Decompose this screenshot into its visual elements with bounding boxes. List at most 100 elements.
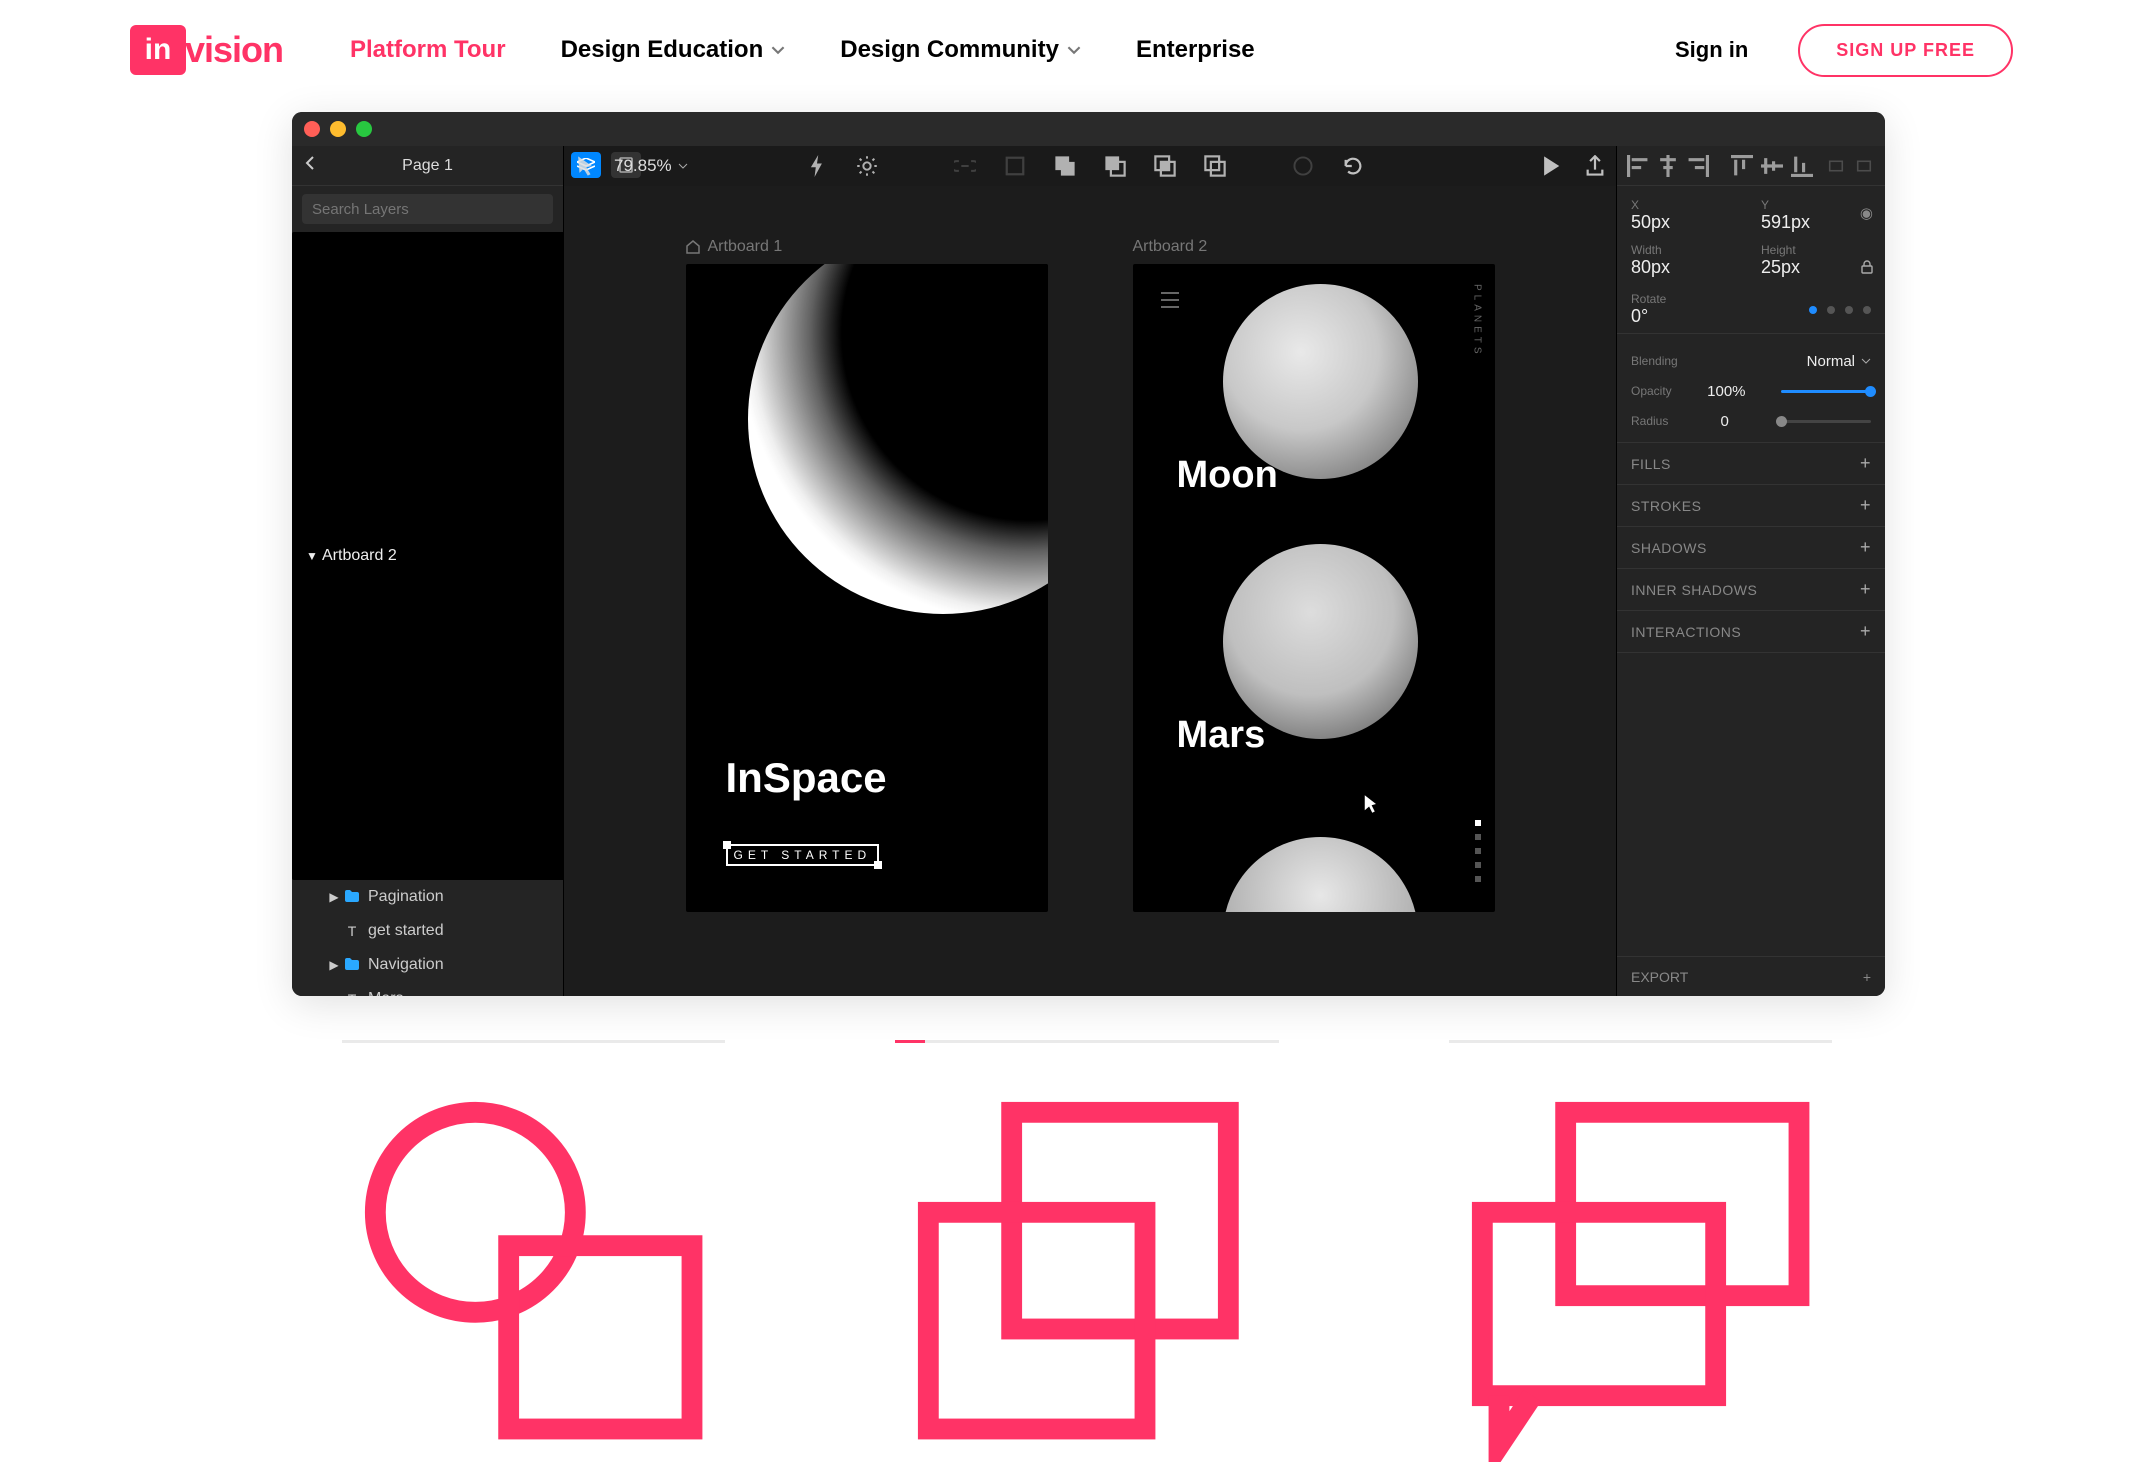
layer-mars-text[interactable]: T Mars: [292, 982, 563, 996]
artboard-1-wrap: Artboard 1 InSpace GET STARTED: [686, 238, 1048, 912]
align-top-icon[interactable]: [1731, 155, 1753, 177]
refresh-icon[interactable]: [1292, 155, 1314, 177]
feature-col-1: [342, 1040, 725, 1467]
x-value[interactable]: 50px: [1631, 212, 1741, 233]
redo-icon[interactable]: [1342, 155, 1364, 177]
plus-icon[interactable]: +: [1860, 537, 1871, 558]
play-icon[interactable]: [1540, 155, 1562, 177]
chevron-down-icon: [678, 163, 688, 169]
logo-text: vision: [185, 29, 283, 71]
home-icon: [686, 240, 700, 254]
align-right-icon[interactable]: [1687, 155, 1709, 177]
layer-navigation-folder[interactable]: ▶ Navigation: [292, 948, 563, 982]
sidebar-header: Page 1: [292, 146, 563, 186]
distribute-h-icon[interactable]: [1825, 155, 1847, 177]
radius-label: Radius: [1631, 414, 1668, 428]
height-label: Height: [1761, 243, 1871, 257]
layer-get-started-text[interactable]: T get started: [292, 914, 563, 948]
select-tool[interactable]: [574, 155, 596, 177]
canvas-toolbar: 79.85%: [564, 146, 1616, 186]
back-button[interactable]: [304, 156, 316, 175]
align-bottom-icon[interactable]: [1791, 155, 1813, 177]
bolt-icon[interactable]: [806, 155, 828, 177]
nav-platform-tour[interactable]: Platform Tour: [350, 36, 506, 64]
layers-sidebar: Page 1 ▼ Artboard 2 ▶ Pagination T get s…: [292, 146, 564, 996]
y-label: Y: [1761, 198, 1871, 212]
page-title[interactable]: Page 1: [402, 157, 453, 175]
exclude-icon[interactable]: [1204, 155, 1226, 177]
plus-icon[interactable]: +: [1860, 453, 1871, 474]
interactions-section[interactable]: INTERACTIONS+: [1617, 611, 1885, 653]
appearance-section: Blending Normal Opacity 100% Radius 0: [1617, 334, 1885, 443]
y-value[interactable]: 591px: [1761, 212, 1871, 233]
link-icon[interactable]: [954, 155, 976, 177]
minimize-window-button[interactable]: [330, 121, 346, 137]
get-started-selected-element[interactable]: GET STARTED: [726, 844, 880, 866]
subtract-icon[interactable]: [1104, 155, 1126, 177]
zoom-dropdown[interactable]: 79.85%: [614, 156, 688, 176]
crop-icon[interactable]: [1004, 155, 1026, 177]
nav-design-education[interactable]: Design Education: [561, 36, 786, 64]
opacity-value[interactable]: 100%: [1707, 383, 1745, 400]
artboard-label[interactable]: Artboard 1: [686, 238, 1048, 256]
maximize-window-button[interactable]: [356, 121, 372, 137]
align-center-h-icon[interactable]: [1657, 155, 1679, 177]
export-section[interactable]: EXPORT+: [1617, 956, 1885, 996]
main-nav: Platform Tour Design Education Design Co…: [350, 36, 1255, 64]
window-controls: [304, 121, 372, 137]
align-left-icon[interactable]: [1627, 155, 1649, 177]
rotate-value[interactable]: 0°: [1631, 306, 1666, 327]
artboard-1[interactable]: InSpace GET STARTED: [686, 264, 1048, 912]
share-icon[interactable]: [1584, 155, 1606, 177]
chat-icon: [1449, 1079, 1832, 1462]
close-window-button[interactable]: [304, 121, 320, 137]
intersect-icon[interactable]: [1154, 155, 1176, 177]
nav-enterprise[interactable]: Enterprise: [1136, 36, 1255, 64]
artboard-2[interactable]: PLANETS Moon Mars: [1133, 264, 1495, 912]
opacity-slider[interactable]: [1781, 390, 1871, 393]
site-header: in vision Platform Tour Design Education…: [0, 0, 2133, 100]
inner-shadows-section[interactable]: INNER SHADOWS+: [1617, 569, 1885, 611]
signin-link[interactable]: Sign in: [1675, 37, 1748, 63]
nav-design-community[interactable]: Design Community: [840, 36, 1081, 64]
hamburger-icon: [1161, 292, 1179, 308]
corner-radius-presets[interactable]: [1809, 306, 1871, 314]
align-center-v-icon[interactable]: [1761, 155, 1783, 177]
shadows-section[interactable]: SHADOWS+: [1617, 527, 1885, 569]
lock-icon[interactable]: [1861, 260, 1873, 278]
width-value[interactable]: 80px: [1631, 257, 1741, 278]
layer-pagination-folder[interactable]: ▶ Pagination: [292, 880, 563, 914]
chevron-down-icon: [771, 43, 785, 57]
plus-icon[interactable]: +: [1860, 621, 1871, 642]
caret-right-icon: ▶: [328, 890, 340, 904]
height-value[interactable]: 25px: [1761, 257, 1871, 278]
logo[interactable]: in vision: [130, 25, 290, 75]
plus-icon[interactable]: +: [1860, 579, 1871, 600]
gear-icon[interactable]: [856, 155, 878, 177]
window-titlebar: [292, 112, 1885, 146]
pagination-dots: [1475, 820, 1481, 882]
strokes-section[interactable]: STROKES+: [1617, 485, 1885, 527]
signup-button[interactable]: SIGN UP FREE: [1798, 24, 2013, 77]
radius-slider[interactable]: [1781, 420, 1871, 423]
text-icon: T: [344, 991, 360, 996]
design-canvas[interactable]: Artboard 1 InSpace GET STARTED Artboard …: [564, 186, 1616, 996]
artboard-label[interactable]: Artboard 2: [1133, 238, 1495, 256]
fills-section[interactable]: FILLS+: [1617, 443, 1885, 485]
distribute-v-icon[interactable]: [1853, 155, 1875, 177]
layer-label: get started: [368, 922, 444, 940]
layer-label: Pagination: [368, 888, 444, 906]
chevron-down-icon: [1861, 358, 1871, 364]
pin-icon[interactable]: ◉: [1860, 204, 1873, 222]
union-icon[interactable]: [1054, 155, 1076, 177]
layers-tree: ▼ Artboard 2 ▶ Pagination T get started …: [292, 232, 563, 996]
blending-dropdown[interactable]: Normal: [1807, 353, 1871, 370]
layer-label: Navigation: [368, 956, 444, 974]
search-layers-input[interactable]: [302, 194, 553, 224]
radius-value[interactable]: 0: [1721, 413, 1729, 430]
text-icon: T: [344, 923, 360, 939]
plus-icon[interactable]: +: [1860, 495, 1871, 516]
header-right: Sign in SIGN UP FREE: [1675, 24, 2013, 77]
plus-icon[interactable]: +: [1863, 969, 1871, 985]
folder-icon: [344, 957, 360, 973]
